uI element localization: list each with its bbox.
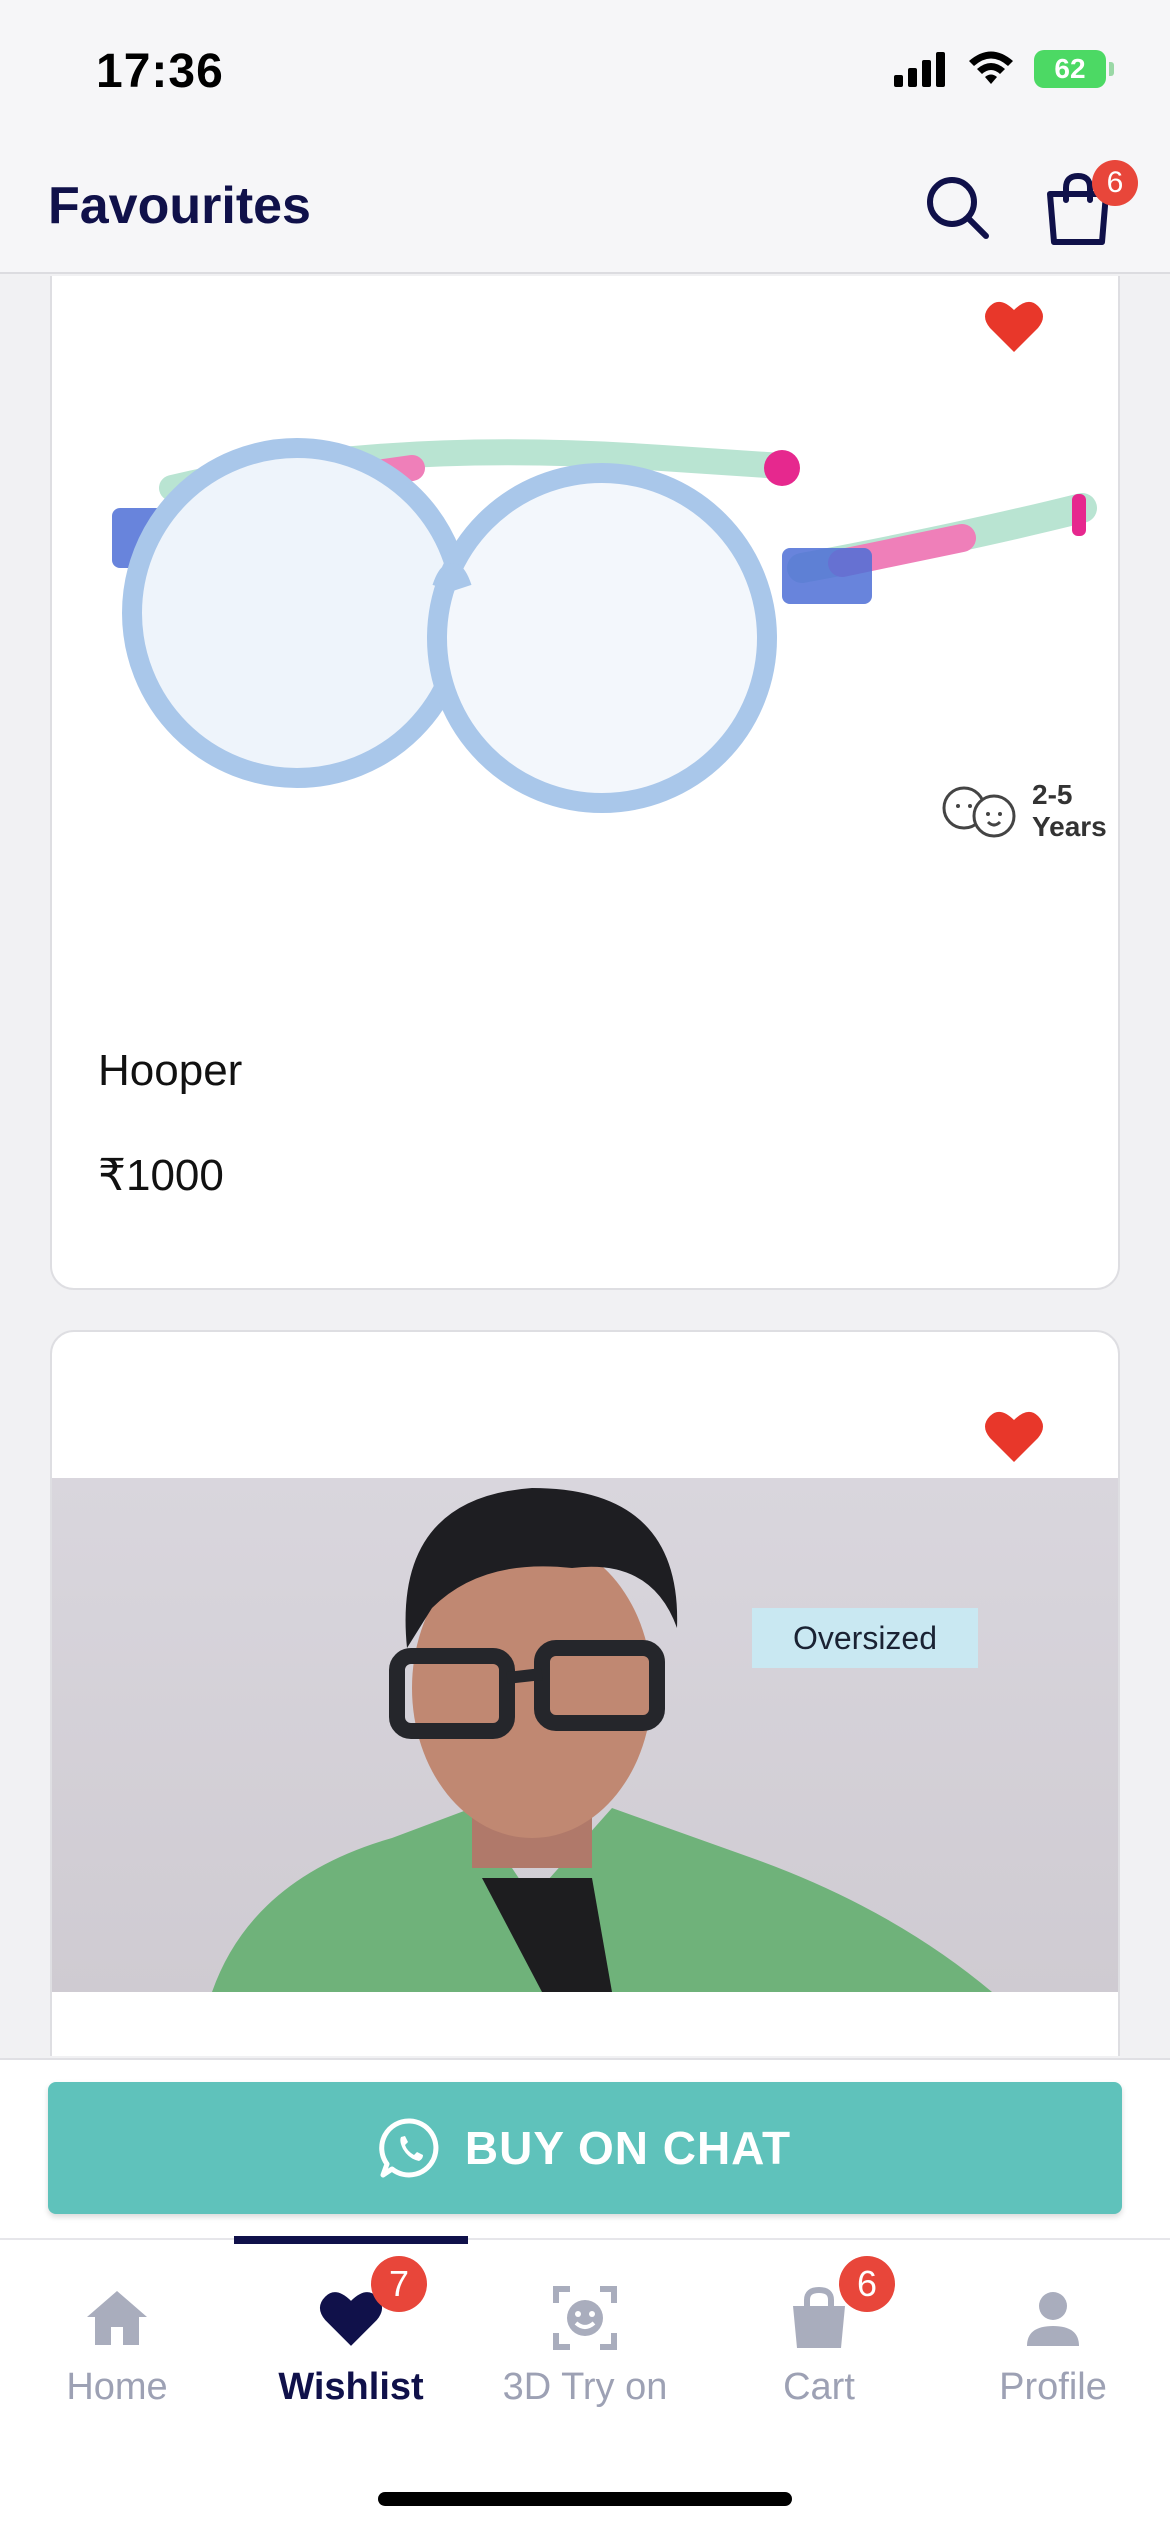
favourites-list[interactable]: 2-5 Years Hooper ₹1000 Oversized	[0, 276, 1170, 2056]
product-card[interactable]: Oversized	[50, 1330, 1120, 2056]
profile-icon	[1027, 2292, 1079, 2346]
search-icon	[927, 177, 989, 239]
nav-item-profile[interactable]: Profile	[936, 2240, 1170, 2440]
heart-icon[interactable]	[984, 1408, 1044, 1464]
page-title: Favourites	[48, 177, 311, 235]
cart-button[interactable]: 6	[1040, 160, 1138, 248]
nav-label-3d-try-on: 3D Try on	[502, 2366, 668, 2408]
nav-label-home: Home	[66, 2366, 168, 2408]
search-button[interactable]	[922, 172, 992, 242]
nav-label-wishlist: Wishlist	[278, 2366, 424, 2408]
signal-icon	[894, 52, 945, 87]
home-icon	[87, 2291, 147, 2345]
status-icons: 62	[894, 50, 1114, 88]
nav-item-cart[interactable]: 6 Cart	[702, 2240, 936, 2440]
face-scan-icon	[553, 2286, 617, 2350]
age-range-value: 2-5	[1032, 779, 1073, 810]
product-name: Hooper	[98, 1046, 243, 1095]
status-bar: 17:36 62	[0, 0, 1170, 150]
product-promo-image: Oversized	[52, 1478, 1118, 1992]
buy-on-chat-button[interactable]: BUY ON CHAT	[48, 2082, 1122, 2214]
cart-count-badge: 6	[1092, 160, 1138, 206]
nav-item-home[interactable]: Home	[0, 2240, 234, 2440]
product-image	[112, 438, 1097, 813]
kids-icon	[942, 786, 1016, 838]
bottom-nav: Home 7 Wishlist 3D Try on 6 Cart Profile	[0, 2236, 1170, 2532]
heart-icon[interactable]	[984, 298, 1044, 354]
style-tag: Oversized	[752, 1608, 978, 1668]
cart-icon	[793, 2286, 845, 2348]
home-indicator[interactable]	[378, 2492, 792, 2506]
chat-bar: BUY ON CHAT	[0, 2058, 1170, 2238]
nav-item-3d-try-on[interactable]: 3D Try on	[468, 2240, 702, 2440]
age-range-unit: Years	[1032, 811, 1107, 842]
age-range-tag: 2-5 Years	[938, 778, 1112, 844]
nav-item-wishlist[interactable]: 7 Wishlist	[234, 2240, 468, 2440]
nav-label-cart: Cart	[783, 2366, 855, 2408]
buy-on-chat-label: BUY ON CHAT	[464, 2122, 792, 2174]
battery-level: 62	[1054, 53, 1086, 84]
battery-indicator: 62	[1034, 50, 1114, 88]
whatsapp-icon	[379, 2118, 439, 2178]
app-header: Favourites 6	[0, 150, 1170, 274]
product-card[interactable]: 2-5 Years Hooper ₹1000	[50, 276, 1120, 1290]
status-time: 17:36	[96, 45, 224, 98]
age-range-text: 2-5 Years	[1032, 779, 1112, 843]
wishlist-count-badge: 7	[371, 2256, 427, 2312]
nav-label-profile: Profile	[999, 2366, 1107, 2408]
wifi-icon	[969, 51, 1013, 84]
product-price: ₹1000	[98, 1151, 224, 1200]
cart-nav-count-badge: 6	[839, 2256, 895, 2312]
model-illustration	[212, 1488, 992, 1992]
